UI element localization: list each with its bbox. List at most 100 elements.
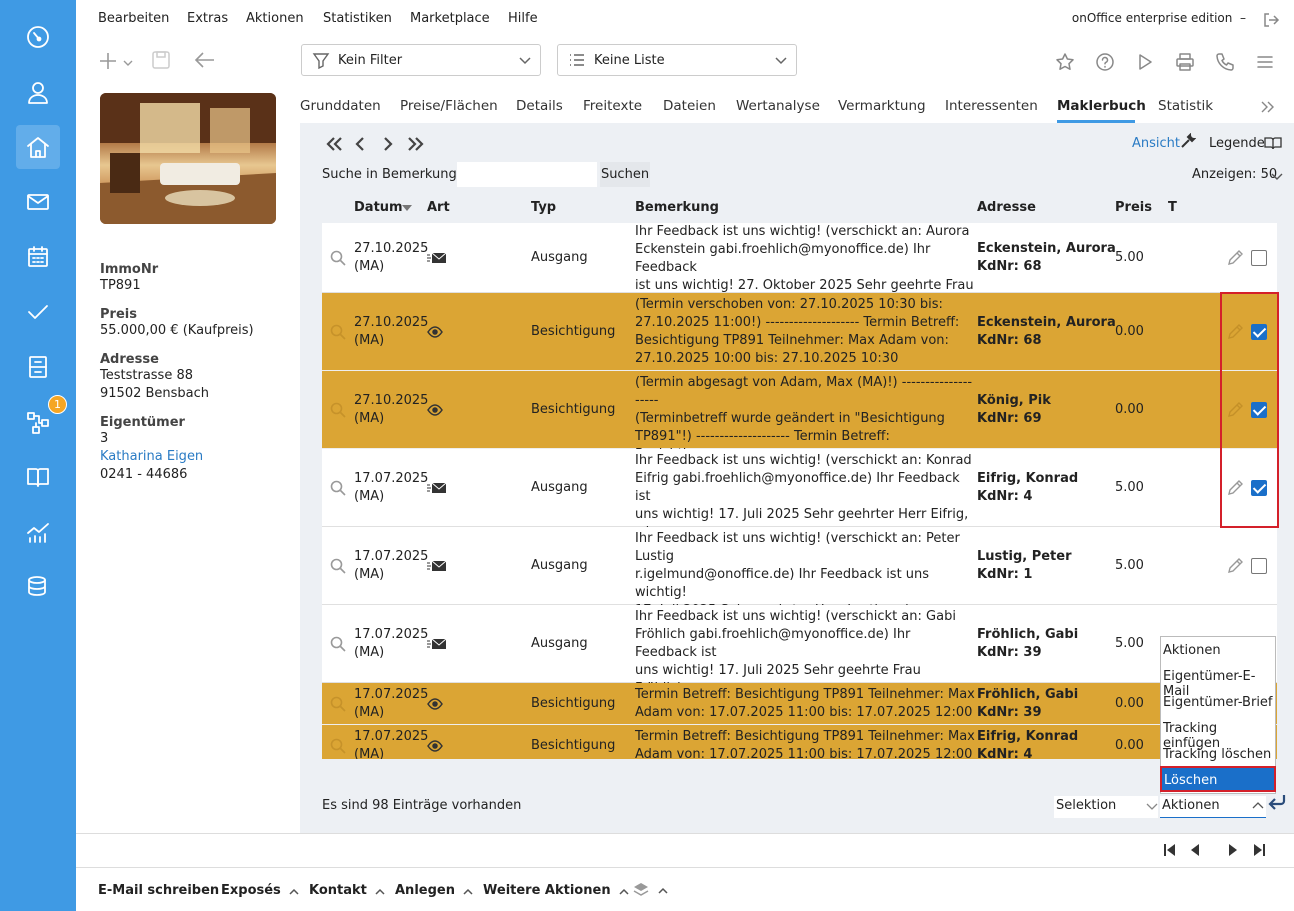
menu-bearbeiten[interactable]: Bearbeiten (98, 11, 169, 26)
col-preis[interactable]: Preis (1115, 200, 1152, 215)
edit-pencil-icon[interactable] (1226, 557, 1244, 575)
popup-item-aktionen[interactable]: Aktionen (1163, 643, 1221, 658)
prev-page-icon[interactable] (354, 137, 366, 151)
entry-date: 17.07.2025 (MA) (354, 686, 428, 722)
search-input[interactable] (457, 162, 597, 187)
table-row[interactable]: 17.07.2025 (MA) Ausgang Ihr Feedback ist un… (322, 605, 1277, 714)
back-icon[interactable] (194, 50, 216, 70)
first-page-icon[interactable] (326, 137, 344, 151)
files-icon[interactable] (16, 345, 60, 389)
col-t[interactable]: T (1168, 200, 1177, 215)
menu-extras[interactable]: Extras (187, 11, 228, 26)
view-entry-icon[interactable] (330, 696, 346, 712)
search-button[interactable]: Suchen (600, 162, 650, 187)
view-entry-icon[interactable] (330, 480, 346, 496)
col-datum[interactable]: Datum (354, 200, 403, 215)
phone-icon[interactable] (1215, 52, 1235, 72)
col-adresse[interactable]: Adresse (977, 200, 1036, 215)
email-schreiben-button[interactable]: E-Mail schreiben (98, 883, 219, 898)
mail-icon[interactable] (16, 180, 60, 224)
statistics-icon[interactable] (16, 510, 60, 554)
col-typ[interactable]: Typ (531, 200, 556, 215)
view-entry-icon[interactable] (330, 738, 346, 754)
last-record-icon[interactable] (1252, 843, 1266, 857)
tab-details[interactable]: Details (516, 98, 563, 114)
tasks-icon[interactable] (16, 290, 60, 334)
menu-hilfe[interactable]: Hilfe (508, 11, 538, 26)
help-icon[interactable] (1095, 52, 1115, 72)
ansicht-link[interactable]: Ansicht (1132, 136, 1180, 151)
tab-vermarktung[interactable]: Vermarktung (838, 98, 926, 114)
tab-preise-flaechen[interactable]: Preise/Flächen (400, 98, 498, 114)
play-icon[interactable] (1135, 52, 1155, 72)
add-icon[interactable] (98, 51, 118, 71)
selektion-select[interactable]: Selektion (1054, 796, 1158, 818)
owner-link[interactable]: Katharina Eigen (100, 448, 290, 466)
popup-item-loeschen[interactable]: Löschen (1160, 766, 1276, 792)
first-record-icon[interactable] (1163, 843, 1177, 857)
col-bemerkung[interactable]: Bemerkung (635, 200, 719, 215)
menu-statistiken[interactable]: Statistiken (323, 11, 392, 26)
execute-return-icon[interactable] (1267, 793, 1287, 811)
book-icon[interactable] (16, 455, 60, 499)
book-open-icon[interactable] (1264, 136, 1282, 150)
legende-link[interactable]: Legende (1209, 136, 1265, 151)
table-row[interactable]: 27.10.2025 (MA) Ausgang Ihr Feedback ist un… (322, 223, 1277, 311)
view-entry-icon[interactable] (330, 558, 346, 574)
print-icon[interactable] (1175, 52, 1195, 72)
tab-freitexte[interactable]: Freitexte (583, 98, 642, 114)
star-icon[interactable] (1055, 52, 1075, 72)
calendar-icon[interactable] (16, 235, 60, 279)
database-icon[interactable] (16, 565, 60, 609)
next-record-icon[interactable] (1226, 843, 1240, 857)
tabs-more-icon[interactable] (1260, 100, 1276, 114)
list-dropdown[interactable]: Keine Liste (557, 44, 797, 76)
view-entry-icon[interactable] (330, 324, 346, 340)
col-art[interactable]: Art (427, 200, 450, 215)
sort-desc-icon[interactable] (401, 204, 413, 212)
anzeigen-chevron-icon[interactable] (1271, 171, 1283, 181)
view-entry-icon[interactable] (330, 250, 346, 266)
view-entry-icon[interactable] (330, 636, 346, 652)
wrench-icon[interactable] (1180, 133, 1196, 149)
dashboard-icon[interactable] (16, 15, 60, 59)
next-page-icon[interactable] (382, 137, 394, 151)
edit-pencil-icon[interactable] (1226, 249, 1244, 267)
table-row[interactable]: 17.07.2025 (MA) Besichtigung Termin Betreff… (322, 683, 1277, 725)
tab-wertanalyse[interactable]: Wertanalyse (736, 98, 820, 114)
save-icon[interactable] (151, 50, 171, 70)
add-dropdown-chevron-icon[interactable] (123, 58, 133, 68)
weitere-aktionen-label: Weitere Aktionen (483, 883, 611, 898)
anlegen-button[interactable]: Anlegen (395, 883, 473, 898)
last-page-icon[interactable] (406, 137, 424, 151)
menu-aktionen[interactable]: Aktionen (246, 11, 304, 26)
table-row[interactable]: 17.07.2025 (MA) Ausgang Ihr Feedback ist un… (322, 527, 1277, 654)
properties-icon[interactable] (16, 125, 60, 169)
tab-maklerbuch[interactable]: Maklerbuch (1057, 98, 1146, 114)
tab-interessenten[interactable]: Interessenten (945, 98, 1038, 114)
row-checkbox[interactable] (1251, 558, 1267, 574)
hamburger-menu-icon[interactable] (1255, 52, 1275, 72)
weitere-aktionen-button[interactable]: Weitere Aktionen (483, 883, 629, 898)
contacts-icon[interactable] (16, 70, 60, 114)
tab-grunddaten[interactable]: Grunddaten (300, 98, 381, 114)
table-row[interactable]: 27.10.2025 (MA) Besichtigung (Termin versch… (322, 293, 1277, 371)
anzeigen-control[interactable]: Anzeigen: 50 (1192, 167, 1277, 182)
popup-item-eigentuemer-brief[interactable]: Eigentümer-Brief (1163, 695, 1273, 710)
table-row[interactable]: 27.10.2025 (MA) Besichtigung (Termin abgesa… (322, 371, 1277, 480)
table-row[interactable]: 17.07.2025 (MA) Ausgang Ihr Feedback ist un… (322, 449, 1277, 558)
prev-record-icon[interactable] (1188, 843, 1202, 857)
layers-button[interactable] (632, 881, 668, 899)
row-checkbox[interactable] (1251, 250, 1267, 266)
view-entry-icon[interactable] (330, 402, 346, 418)
filter-dropdown[interactable]: Kein Filter (301, 44, 541, 76)
tab-statistik[interactable]: Statistik (1158, 98, 1213, 114)
exposes-button[interactable]: Exposés (221, 883, 299, 898)
aktionen-select[interactable]: Aktionen (1160, 796, 1266, 818)
logout-icon[interactable] (1262, 11, 1280, 29)
table-row[interactable]: 17.07.2025 (MA) Besichtigung Termin Betreff… (322, 725, 1277, 759)
tab-dateien[interactable]: Dateien (663, 98, 716, 114)
kontakt-button[interactable]: Kontakt (309, 883, 385, 898)
popup-item-tracking-loeschen[interactable]: Tracking löschen (1163, 747, 1271, 762)
menu-marketplace[interactable]: Marketplace (410, 11, 490, 26)
